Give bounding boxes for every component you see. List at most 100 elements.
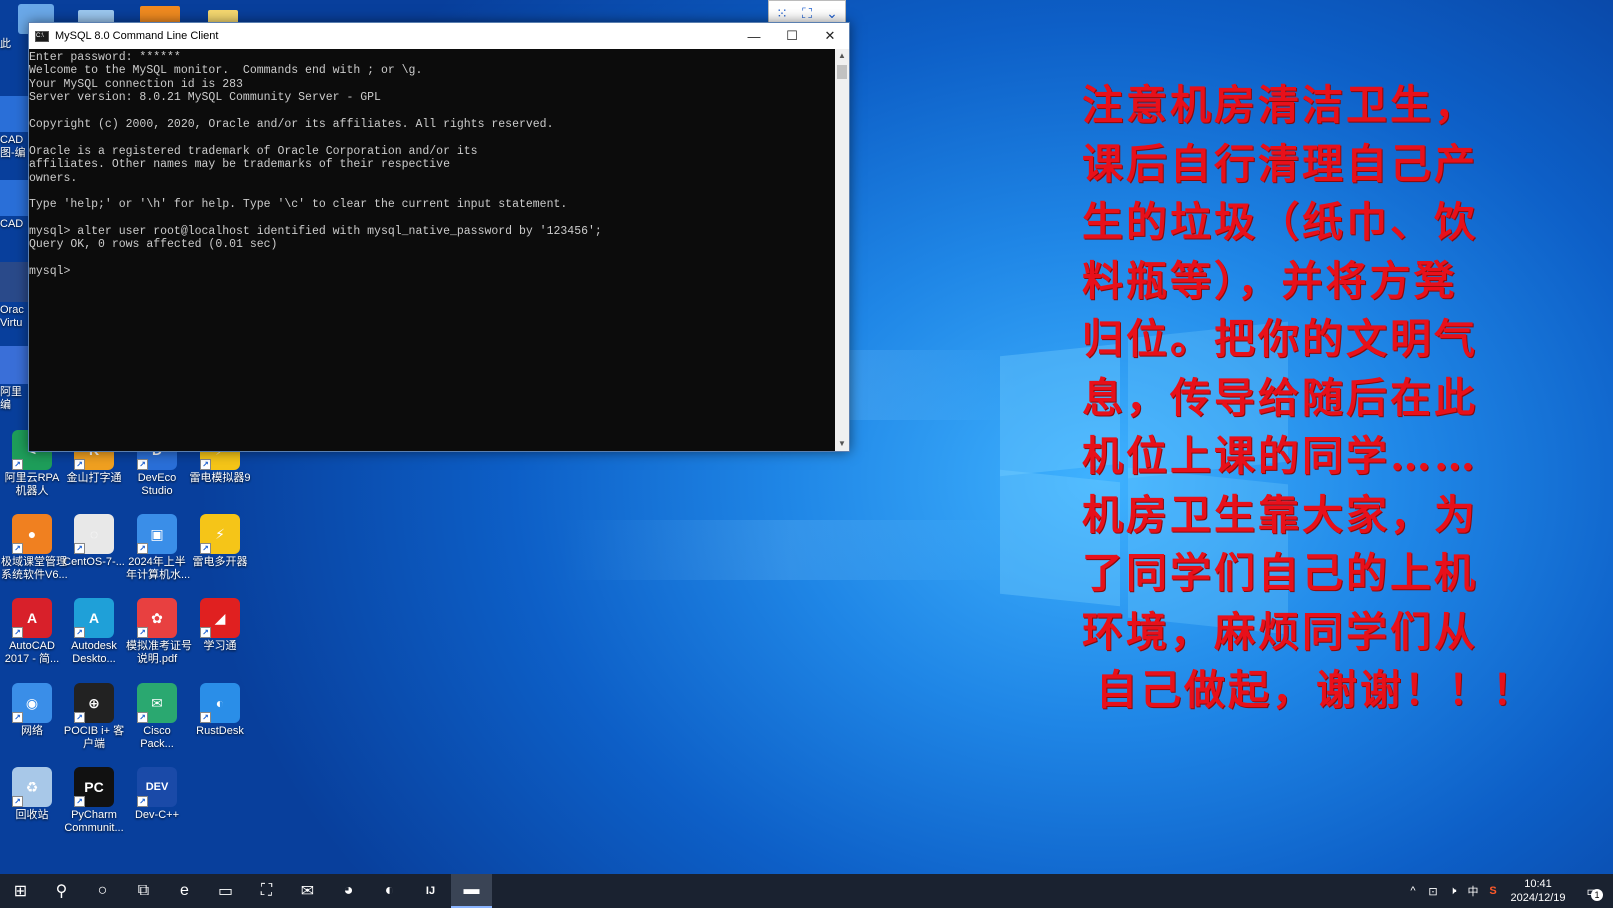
vertical-scrollbar[interactable]: ▲ ▼ bbox=[835, 49, 849, 451]
tray-overflow-icon[interactable]: ^ bbox=[1403, 885, 1423, 897]
shortcut-arrow-icon: ↗ bbox=[74, 627, 85, 638]
cleanliness-notice: 注意机房清洁卫生， 课后自行清理自己产 生的垃圾（纸巾、饮 料瓶等），并将方凳 … bbox=[1082, 76, 1533, 720]
clock[interactable]: 10:41 2024/12/19 bbox=[1503, 877, 1573, 905]
scroll-down-icon[interactable]: ▼ bbox=[835, 437, 849, 451]
desktop-app-icon: ◐ ↗ bbox=[200, 683, 240, 723]
clock-time: 10:41 bbox=[1524, 878, 1552, 890]
file-explorer-icon[interactable]: ▭ bbox=[205, 874, 246, 908]
console-line: Your MySQL connection id is 283 bbox=[29, 77, 243, 91]
desktop-icon[interactable]: DEV ↗ Dev-C++ bbox=[126, 767, 188, 822]
desktop-icon[interactable]: A ↗ AutoCAD 2017 - 简... bbox=[1, 598, 63, 666]
shortcut-arrow-icon: ↗ bbox=[200, 459, 211, 470]
clock-date: 2024/12/19 bbox=[1510, 892, 1566, 904]
scroll-up-icon[interactable]: ▲ bbox=[835, 49, 849, 63]
edge-icon[interactable]: e bbox=[164, 874, 205, 908]
partial-desktop-icon[interactable]: CAD bbox=[0, 180, 28, 231]
partial-desktop-icon[interactable]: Orac Virtu bbox=[0, 262, 28, 330]
close-button[interactable]: ✕ bbox=[811, 23, 849, 49]
desktop-icon[interactable]: ✿ ↗ 模拟准考证号 说明.pdf bbox=[126, 598, 192, 666]
desktop-icon-label: 模拟准考证号 说明.pdf bbox=[126, 640, 192, 665]
minimize-button[interactable]: — bbox=[735, 23, 773, 49]
desktop-icon[interactable]: ✉ ↗ Cisco Pack... bbox=[126, 683, 188, 751]
shortcut-arrow-icon: ↗ bbox=[12, 627, 23, 638]
partial-desktop-icon[interactable]: 阿里 编 bbox=[0, 346, 28, 412]
intellij-icon[interactable]: IJ bbox=[410, 874, 451, 908]
desktop-app-icon: ● ↗ bbox=[12, 514, 52, 554]
scroll-thumb[interactable] bbox=[837, 65, 847, 79]
desktop-app-icon: ⊕ ↗ bbox=[74, 683, 114, 723]
notice-line: 料瓶等），并将方凳 bbox=[1082, 256, 1458, 305]
start-button[interactable]: ⊞ bbox=[0, 874, 41, 908]
desktop-icon-label: 雷电多开器 bbox=[192, 556, 248, 568]
desktop-icon[interactable]: ● ↗ 极域课堂管理 系统软件V6... bbox=[1, 514, 68, 582]
aliyun-icon bbox=[0, 346, 28, 384]
desktop-icon[interactable]: ◌ ↗ CentOS-7-... bbox=[63, 514, 125, 569]
notice-line: 了同学们自己的上机 bbox=[1082, 549, 1478, 597]
network-icon[interactable]: ⊡ bbox=[1423, 885, 1443, 898]
maximize-button[interactable]: ☐ bbox=[773, 23, 811, 49]
search-icon[interactable]: ⚲ bbox=[41, 874, 82, 908]
shortcut-arrow-icon: ↗ bbox=[74, 543, 85, 554]
desktop-icon[interactable]: ⊕ ↗ POCIB i+ 客 户端 bbox=[63, 683, 125, 751]
ime-indicator[interactable]: 中 bbox=[1463, 883, 1483, 899]
desktop-app-icon: ⚡↗ bbox=[200, 514, 240, 554]
desktop-icon[interactable]: ◉ ↗ 网络 bbox=[1, 683, 63, 738]
store-icon[interactable]: ⛶ bbox=[246, 874, 287, 908]
desktop-icon[interactable]: ♻ ↗ 回收站 bbox=[1, 767, 63, 822]
desktop-icon-label: 学习通 bbox=[203, 640, 237, 652]
shortcut-arrow-icon: ↗ bbox=[200, 543, 211, 554]
desktop-icon-label: 雷电模拟器9 bbox=[189, 472, 251, 484]
desktop-icon[interactable]: PC ↗ PyCharm Communit... bbox=[63, 767, 125, 835]
icon-glyph: PC bbox=[84, 778, 104, 795]
desktop-icon[interactable]: ◢ ↗ 学习通 bbox=[189, 598, 251, 653]
desktop-app-icon: A ↗ bbox=[12, 598, 52, 638]
icon-glyph: A bbox=[88, 609, 100, 626]
task-view-icon[interactable]: ⧉ bbox=[123, 874, 164, 908]
desktop-icon-label: 阿里云RPA 机器人 bbox=[4, 472, 60, 497]
desktop-app-icon: DEV ↗ bbox=[137, 767, 177, 807]
volume-icon[interactable]: 🕨 bbox=[1443, 885, 1463, 898]
shortcut-arrow-icon: ↗ bbox=[74, 796, 85, 807]
icon-glyph: ◌ bbox=[89, 525, 99, 542]
mail-icon[interactable]: ✉ bbox=[287, 874, 328, 908]
chrome-icon[interactable]: ◕ bbox=[328, 874, 369, 908]
icon-glyph: ♻ bbox=[25, 778, 39, 795]
desktop-icon[interactable]: ◐ ↗ RustDesk bbox=[189, 683, 251, 738]
console-line: Server version: 8.0.21 MySQL Community S… bbox=[29, 91, 381, 105]
desktop-icon[interactable]: ▣ ↗ 2024年上半 年计算机水... bbox=[126, 514, 190, 582]
icon-glyph: ⊕ bbox=[88, 694, 100, 711]
shortcut-arrow-icon: ↗ bbox=[74, 712, 85, 723]
title-bar[interactable]: C:\ MySQL 8.0 Command Line Client — ☐ ✕ bbox=[29, 23, 849, 49]
desktop-icon-label: Autodesk Deskto... bbox=[71, 640, 117, 665]
desktop-icon-label: PyCharm Communit... bbox=[64, 809, 124, 834]
mysql-console-icon[interactable]: ▬ bbox=[451, 874, 492, 908]
fullscreen-icon[interactable]: ⛶ bbox=[802, 5, 812, 22]
action-center-button[interactable]: ▭ 1 bbox=[1573, 874, 1613, 908]
desktop-icon-label: RustDesk bbox=[196, 725, 244, 737]
desktop-icon-label: 金山打字通 bbox=[66, 472, 122, 484]
desktop-icon[interactable]: A ↗ Autodesk Deskto... bbox=[63, 598, 125, 666]
sogou-icon[interactable]: S bbox=[1483, 885, 1503, 897]
grid-menu-icon[interactable]: ⁙ bbox=[776, 5, 788, 22]
desktop-app-icon: ✿ ↗ bbox=[137, 598, 177, 638]
desktop-icon[interactable]: ⚡ ↗ 雷电多开器 bbox=[189, 514, 251, 569]
console-line: Oracle is a registered trademark of Orac… bbox=[29, 144, 478, 158]
chevron-down-icon[interactable]: ⌄ bbox=[826, 5, 838, 22]
console-line: owners. bbox=[29, 171, 78, 185]
partial-desktop-icon[interactable]: CAD 图-编 bbox=[0, 96, 28, 160]
desktop-app-icon: ▣ ↗ bbox=[137, 514, 177, 554]
console-output[interactable]: Enter password: ****** Welcome to the MyS… bbox=[29, 49, 835, 451]
desktop-icon-label: CAD bbox=[0, 218, 24, 230]
partial-desktop-icon[interactable]: 此 bbox=[0, 38, 28, 51]
wallpaper-beam bbox=[560, 520, 1020, 580]
console-line: Enter password: ****** bbox=[29, 51, 181, 64]
notice-line: 生的垃圾（纸巾、饮 bbox=[1082, 198, 1478, 246]
mysql-console-window[interactable]: C:\ MySQL 8.0 Command Line Client — ☐ ✕ … bbox=[28, 22, 850, 452]
shortcut-arrow-icon: ↗ bbox=[12, 543, 23, 554]
desktop-app-icon: ♻ ↗ bbox=[12, 767, 52, 807]
rustdesk-icon[interactable]: ◐ bbox=[369, 874, 410, 908]
cortana-icon[interactable]: ○ bbox=[82, 874, 123, 908]
